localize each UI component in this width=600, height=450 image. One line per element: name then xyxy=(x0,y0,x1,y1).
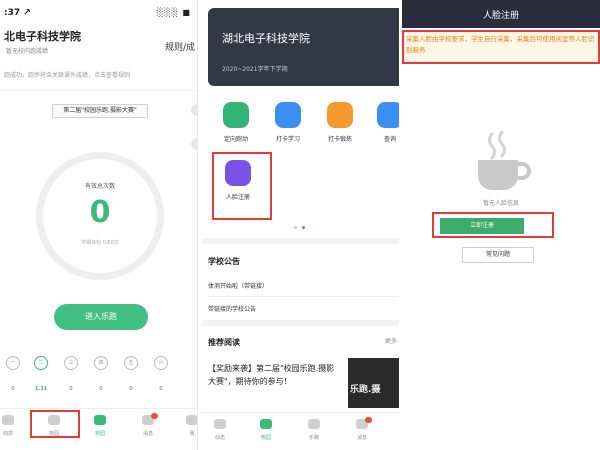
tile-directional-run[interactable]: 定向跑动 xyxy=(216,102,256,143)
nav-label: 消息 xyxy=(142,431,153,437)
faq-button[interactable]: 常见问题 xyxy=(462,247,534,263)
directional-run-icon xyxy=(223,102,249,128)
enter-run-button[interactable]: 进入乐跑 xyxy=(54,304,148,330)
nav-messages[interactable]: 消息 xyxy=(350,417,374,441)
bottom-nav: 动态 校园 乐跑 消息 xyxy=(202,412,399,450)
empty-state-text: 暂无人脸信息 xyxy=(482,200,519,207)
moments-icon xyxy=(214,419,226,429)
status-time: :37 ↗ xyxy=(4,8,31,18)
notice-item[interactable]: 带链接的学校公告 xyxy=(208,304,256,313)
nav-label: 动态 xyxy=(214,435,225,441)
page-title: 人脸注册 xyxy=(482,11,519,21)
thumbnail-text: 乐跑.摄 xyxy=(350,385,381,395)
weekday-value: 0 xyxy=(69,386,73,392)
ring-label: 有效总次数 xyxy=(84,183,115,190)
divider xyxy=(208,296,399,297)
school-header-card: 湖北电子科技学院 2020~2021学年下学期 xyxy=(208,8,399,86)
tile-checkin-study[interactable]: 打卡学习 xyxy=(268,102,308,143)
nav-label: 校园 xyxy=(94,431,105,437)
rules-hint[interactable]: 跑成功，跑步将会关联课外成绩，点击查看规则 xyxy=(4,70,194,79)
unread-badge xyxy=(151,413,158,419)
tile-label: 打卡锻炼 xyxy=(327,136,352,143)
query-icon xyxy=(377,102,399,128)
notice-highlight xyxy=(402,30,600,64)
school-notice-title: 学校公告 xyxy=(208,257,240,266)
reading-title: 推荐阅读 xyxy=(208,338,240,347)
ring-goal: 学期目标 0/60次 xyxy=(81,240,119,246)
weekday-selector: 一 二 三 四 五 六 xyxy=(0,356,197,372)
run-count-ring: 有效总次数 0 学期目标 0/60次 xyxy=(36,152,164,280)
weekday-fri[interactable]: 五 xyxy=(124,356,138,370)
nav-campus[interactable]: 校园 xyxy=(254,419,278,441)
tile-label: 打卡学习 xyxy=(275,136,300,143)
weekday-tue[interactable]: 二 xyxy=(34,356,48,370)
shoe-icon xyxy=(327,102,353,128)
side-handle-icon[interactable] xyxy=(191,104,197,116)
empty-cup-icon xyxy=(478,130,531,190)
divider xyxy=(202,320,399,326)
weekday-values: 0 1.31 0 0 0 0 xyxy=(0,386,197,396)
school-term: 2020~2021学年下学期 xyxy=(222,66,288,73)
profile-icon xyxy=(186,415,197,425)
divider xyxy=(0,90,197,91)
tile-label: 定向跑动 xyxy=(223,136,248,143)
tile-label: 查询 xyxy=(383,136,396,143)
weekday-wed[interactable]: 三 xyxy=(64,356,78,370)
nav-messages[interactable]: 消息 xyxy=(136,413,160,437)
weekday-value: 0 xyxy=(129,386,133,392)
weekday-mon[interactable]: 一 xyxy=(6,356,20,370)
contest-banner[interactable]: 第二届"校园乐跑.摄影大赛" xyxy=(52,104,148,118)
nav-label: 我 xyxy=(189,431,195,437)
register-highlight xyxy=(432,212,554,238)
run-record-subtitle: 暂无校内跑成绩 xyxy=(6,48,49,55)
run-home-screen: :37 ↗ ░░░ ■ 北电子科技学院 暂无校内跑成绩 规则/成 跑成功，跑步将… xyxy=(0,0,198,450)
face-register-screen: 人脸注册 采集人脸由学校要求，学生自行采集，采集后可使用阅室等人脸识别服务 暂无… xyxy=(402,0,600,450)
run-shoe-icon xyxy=(308,419,320,429)
calendar-icon xyxy=(275,102,301,128)
more-link[interactable]: 更多 xyxy=(385,336,397,345)
nav-label: 动态 xyxy=(2,431,13,437)
campus-screen: 湖北电子科技学院 2020~2021学年下学期 定向跑动 打卡学习 打卡锻炼 查… xyxy=(202,0,399,450)
rules-link[interactable]: 规则/成 xyxy=(165,40,195,53)
school-name: 湖北电子科技学院 xyxy=(222,32,310,45)
page-indicator xyxy=(290,226,310,230)
tile-checkin-exercise[interactable]: 打卡锻炼 xyxy=(320,102,360,143)
pager-dot xyxy=(294,226,297,229)
nav-run[interactable]: 校园 xyxy=(88,415,112,437)
nav-label: 校园 xyxy=(260,435,271,441)
face-tile-highlight xyxy=(212,152,272,220)
tile-query[interactable]: 查询 xyxy=(370,102,399,143)
notice-item[interactable]: 体测开始啦（带链接） xyxy=(208,281,268,290)
nav-moments[interactable]: 动态 xyxy=(208,419,232,441)
signal-battery-icon: ░░░ ■ xyxy=(157,8,191,17)
ring-count: 0 xyxy=(89,195,111,230)
campus-icon xyxy=(260,419,272,429)
moments-icon xyxy=(2,415,14,425)
weekday-sat[interactable]: 六 xyxy=(154,356,168,370)
nav-label: 消息 xyxy=(356,435,367,441)
nav-run[interactable]: 乐跑 xyxy=(302,419,326,441)
title-bar: 人脸注册 xyxy=(402,0,600,28)
divider xyxy=(202,238,399,244)
school-name: 北电子科技学院 xyxy=(4,30,81,43)
side-handle-icon[interactable] xyxy=(191,138,197,150)
weekday-value: 1.31 xyxy=(34,386,48,392)
run-shoe-icon xyxy=(94,415,106,425)
campus-tab-highlight xyxy=(30,410,80,438)
weekday-value: 0 xyxy=(11,386,15,392)
nav-me[interactable]: 我 xyxy=(180,415,197,437)
weekday-thu[interactable]: 四 xyxy=(94,356,108,370)
article-thumbnail[interactable]: 乐跑.摄 xyxy=(348,358,399,408)
nav-moments[interactable]: 动态 xyxy=(0,415,20,437)
weekday-value: 0 xyxy=(99,386,103,392)
status-bar: :37 ↗ ░░░ ■ xyxy=(4,8,193,20)
unread-badge xyxy=(365,417,372,423)
pager-dot xyxy=(302,226,305,229)
weekday-value: 0 xyxy=(159,386,163,392)
nav-label: 乐跑 xyxy=(308,435,319,441)
article-title[interactable]: 【奖励来袭】第二届"校园乐跑.摄影大赛"，期待你的参与！ xyxy=(208,362,336,388)
